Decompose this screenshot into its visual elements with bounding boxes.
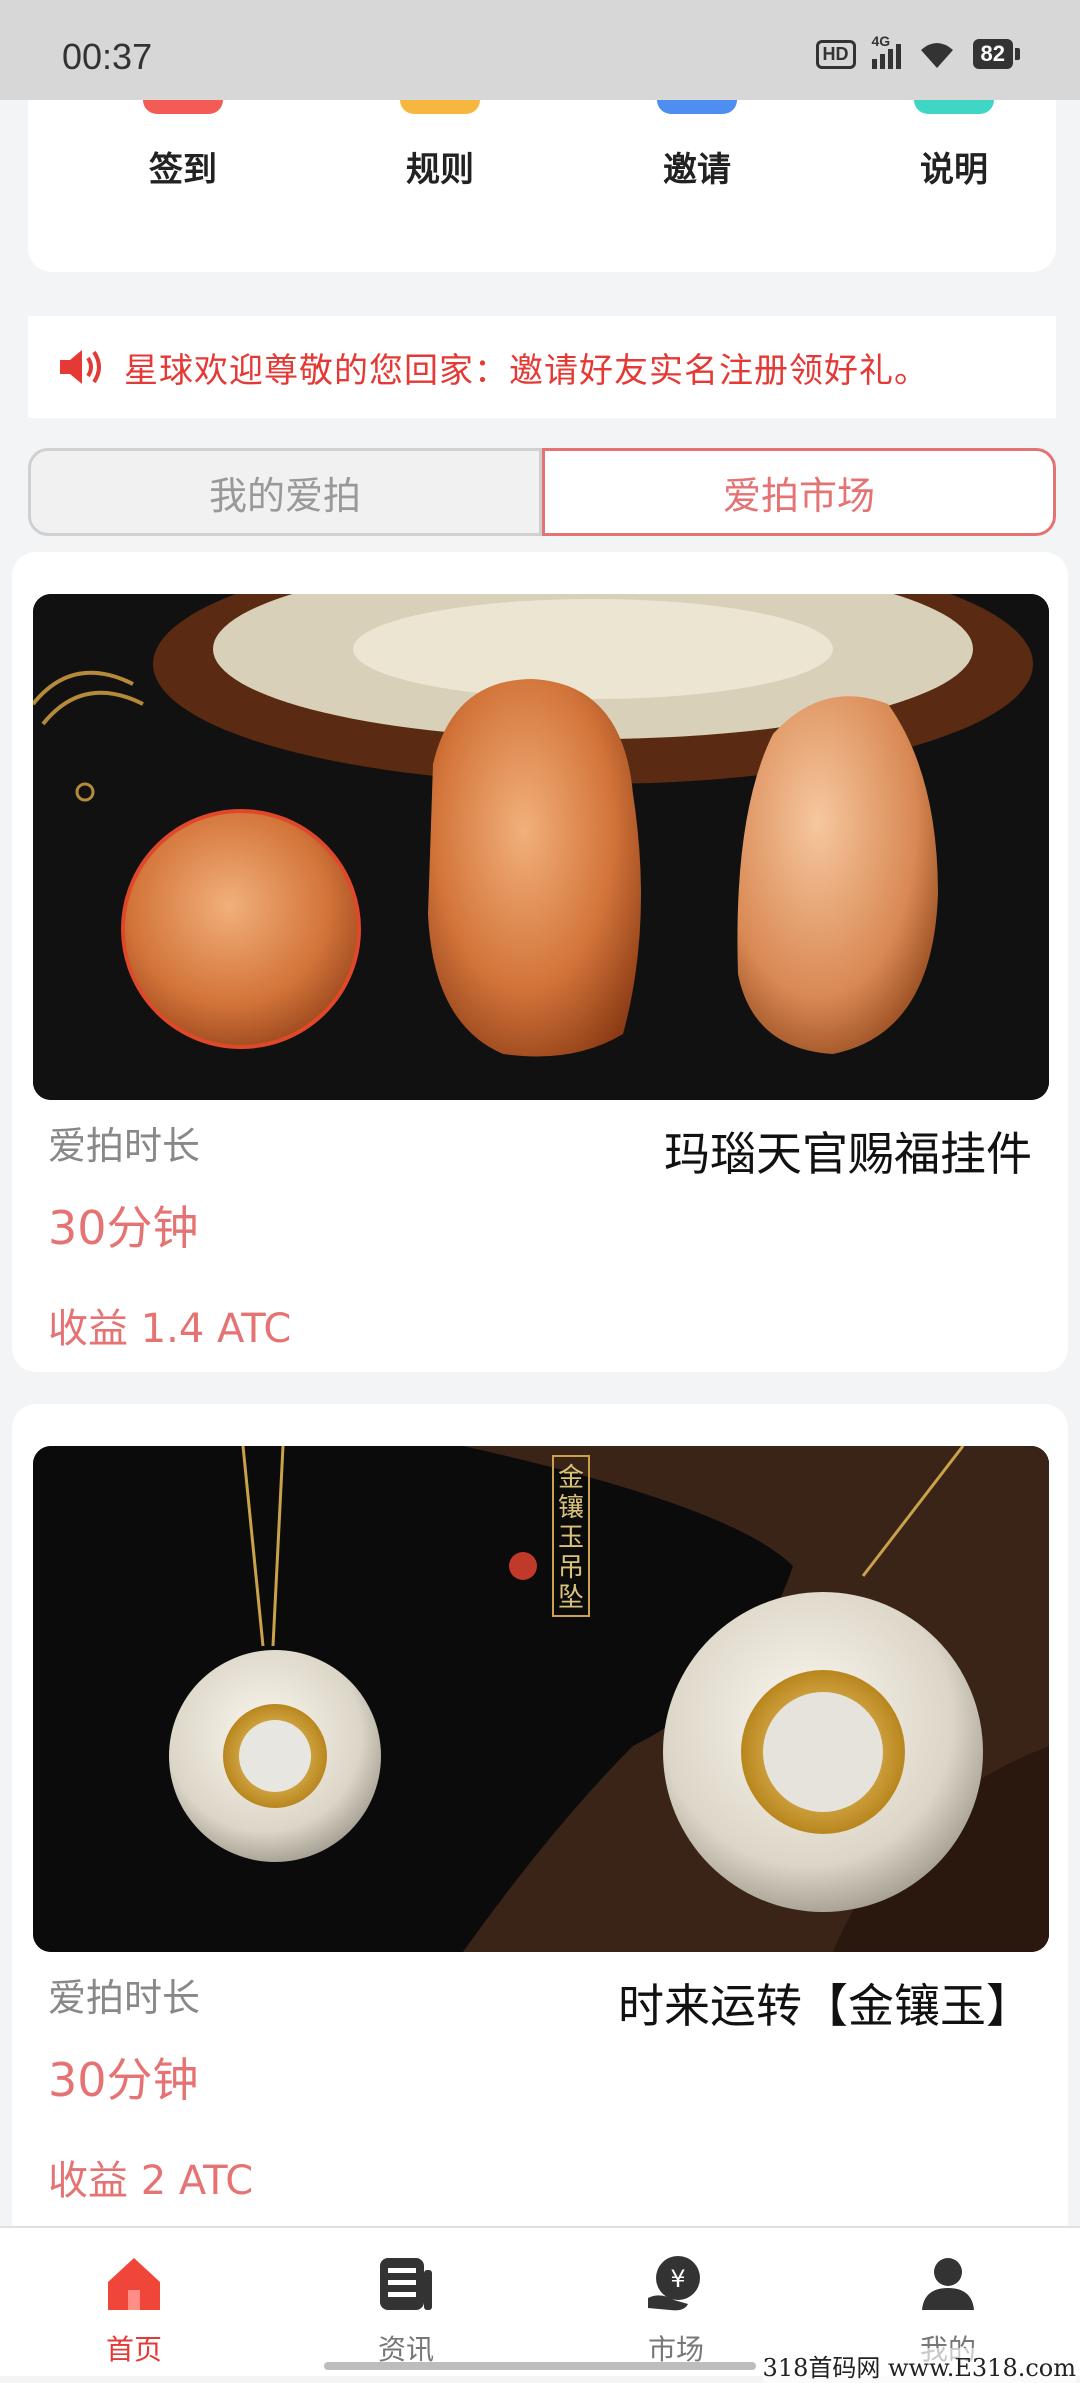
signal-icon: 4G — [871, 33, 901, 69]
quick-action-invite[interactable]: 邀请 — [622, 100, 772, 191]
nav-label: 首页 — [105, 2333, 162, 2366]
reward-value: 收益 1.4 ATC — [48, 1306, 292, 1352]
quick-action-checkin[interactable]: 签到 — [108, 100, 258, 191]
user-icon — [922, 2258, 974, 2310]
status-time: 00:37 — [62, 36, 153, 77]
status-bar: 00:37 HD 4G 82 — [0, 0, 1080, 100]
notice-bar[interactable]: 星球欢迎尊敬的您回家：邀请好友实名注册领好礼。 — [28, 316, 1056, 418]
news-icon — [380, 2258, 432, 2310]
product-image — [33, 594, 1049, 1100]
svg-text:金: 金 — [558, 1463, 584, 1493]
battery-icon: 82 — [972, 39, 1020, 69]
checkin-icon — [143, 100, 223, 114]
product-name: 时来运转【金镶玉】 — [618, 1979, 1032, 2033]
quick-actions-card: 签到 规则 邀请 说明 — [28, 100, 1056, 272]
tab-bar: 我的爱拍 爱拍市场 — [28, 448, 1056, 536]
help-icon — [914, 100, 994, 114]
product-image: 金 镶 玉 吊 坠 — [33, 1446, 1049, 1952]
duration-label: 爱拍时长 — [48, 1976, 201, 2020]
svg-text:镶: 镶 — [558, 1493, 584, 1523]
quick-action-label: 邀请 — [663, 150, 731, 190]
duration-value: 30分钟 — [48, 1201, 199, 1255]
tab-my-auctions[interactable]: 我的爱拍 — [28, 448, 542, 536]
duration-value: 30分钟 — [48, 2053, 199, 2107]
quick-action-rules[interactable]: 规则 — [365, 100, 515, 191]
home-icon — [108, 2258, 160, 2310]
quick-action-label: 规则 — [406, 150, 474, 190]
svg-text:玉: 玉 — [558, 1523, 584, 1553]
svg-text:¥: ¥ — [670, 2265, 685, 2293]
hd-icon: HD — [815, 39, 856, 69]
battery-level: 82 — [972, 39, 1013, 69]
list-item[interactable]: 爱拍时长 玛瑙天官赐福挂件 30分钟 收益 1.4 ATC — [12, 552, 1068, 1372]
invite-icon — [657, 100, 737, 114]
status-icons: HD 4G 82 — [815, 33, 1020, 70]
quick-action-label: 说明 — [920, 150, 988, 190]
product-name: 玛瑙天官赐福挂件 — [664, 1127, 1032, 1181]
svg-text:吊: 吊 — [558, 1553, 584, 1583]
notice-text: 星球欢迎尊敬的您回家：邀请好友实名注册领好礼。 — [124, 350, 929, 391]
wifi-icon — [920, 43, 953, 68]
nav-market[interactable]: ¥ 市场 — [606, 2252, 746, 2368]
quick-action-label: 签到 — [149, 150, 217, 190]
list-item[interactable]: 金 镶 玉 吊 坠 爱拍时长 时来运转【金镶玉】 30分钟 收益 2 ATC — [12, 1404, 1068, 2264]
rules-icon — [400, 100, 480, 114]
home-indicator[interactable] — [324, 2362, 756, 2370]
network-label: 4G — [871, 33, 891, 49]
reward-value: 收益 2 ATC — [48, 2158, 254, 2204]
nav-home[interactable]: 首页 — [64, 2252, 204, 2368]
duration-label: 爱拍时长 — [48, 1124, 201, 1168]
market-icon: ¥ — [648, 2256, 700, 2311]
watermark: 318首码网 www.E318.com — [762, 2348, 1076, 2383]
svg-text:坠: 坠 — [558, 1583, 584, 1613]
tab-auction-market[interactable]: 爱拍市场 — [542, 448, 1056, 536]
quick-action-help[interactable]: 说明 — [879, 100, 1029, 191]
speaker-icon — [60, 350, 101, 384]
nav-news[interactable]: 资讯 — [336, 2252, 476, 2368]
